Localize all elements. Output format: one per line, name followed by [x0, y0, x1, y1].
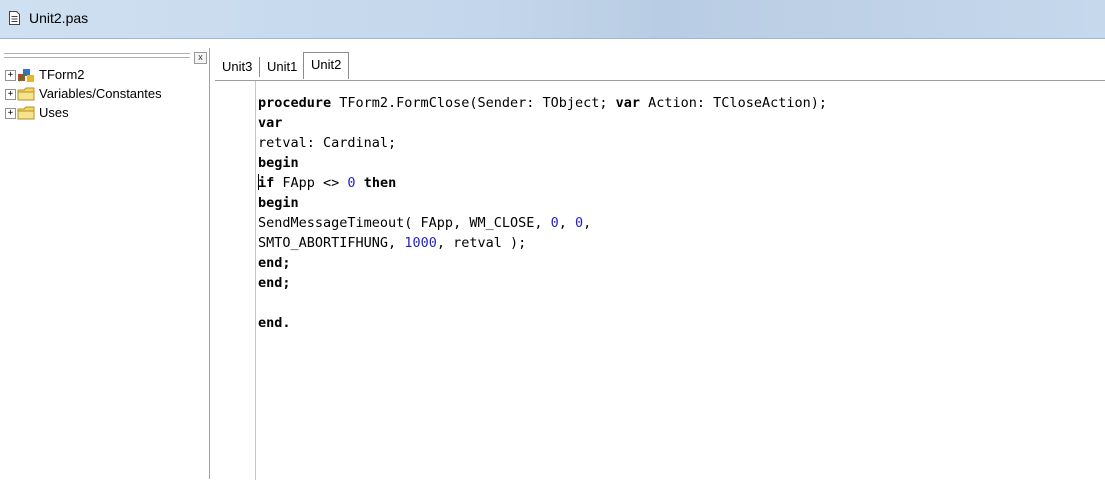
code-token: retval: Cardinal;: [258, 135, 397, 151]
keyword-token: begin: [258, 195, 299, 211]
panel-close-button[interactable]: x: [194, 52, 207, 64]
code-line[interactable]: procedure TForm2.FormClose(Sender: TObje…: [258, 93, 827, 113]
code-token: Action: TCloseAction);: [640, 95, 827, 111]
code-token: TForm2.FormClose(Sender: TObject;: [331, 95, 616, 111]
code-line[interactable]: if FApp <> 0 then: [258, 173, 827, 193]
code-editor[interactable]: procedure TForm2.FormClose(Sender: TObje…: [215, 80, 1105, 480]
expand-icon[interactable]: +: [5, 89, 16, 100]
tree-item-label: Variables/Constantes: [39, 86, 162, 101]
code-token: SMTO_ABORTIFHUNG,: [258, 235, 405, 251]
code-text[interactable]: procedure TForm2.FormClose(Sender: TObje…: [258, 93, 827, 333]
tree-item[interactable]: + Variables/Constantes: [0, 85, 209, 104]
keyword-token: var: [258, 115, 283, 131]
title-bar[interactable]: Unit2.pas: [0, 0, 1105, 39]
tree-item[interactable]: + Uses: [0, 104, 209, 123]
number-token: 1000: [404, 235, 437, 251]
code-line[interactable]: retval: Cardinal;: [258, 133, 827, 153]
code-token: FApp <>: [274, 175, 348, 191]
code-token: SendMessageTimeout( FApp, WM_CLOSE,: [258, 215, 551, 231]
number-token: 0: [550, 215, 559, 231]
expand-icon[interactable]: +: [5, 108, 16, 119]
code-line[interactable]: [258, 293, 827, 313]
code-explorer-panel: x + TForm2 + Variables/Constantes + Uses: [0, 48, 210, 479]
code-token: ,: [583, 215, 592, 231]
panel-grip: [4, 53, 190, 54]
explorer-tree: + TForm2 + Variables/Constantes + Uses: [0, 66, 209, 123]
window-title: Unit2.pas: [29, 10, 89, 26]
code-line[interactable]: begin: [258, 193, 827, 213]
tree-item-label: TForm2: [39, 67, 85, 82]
number-token: 0: [347, 175, 356, 191]
keyword-token: if: [258, 175, 275, 191]
code-line[interactable]: end;: [258, 273, 827, 293]
document-icon: [9, 11, 20, 25]
keyword-token: then: [363, 175, 397, 191]
number-token: 0: [575, 215, 584, 231]
code-line[interactable]: begin: [258, 153, 827, 173]
code-token: , retval );: [436, 235, 527, 251]
code-line[interactable]: end;: [258, 253, 827, 273]
tree-item-label: Uses: [39, 105, 69, 120]
tab-unit3[interactable]: Unit3: [215, 57, 261, 77]
expand-icon[interactable]: +: [5, 70, 16, 81]
editor-gutter: [215, 81, 256, 480]
keyword-token: procedure: [258, 95, 332, 111]
tab-unit1[interactable]: Unit1: [260, 57, 306, 77]
code-token: ,: [558, 215, 576, 231]
code-line[interactable]: SMTO_ABORTIFHUNG, 1000, retval );: [258, 233, 827, 253]
keyword-token: end.: [258, 315, 291, 331]
keyword-token: end;: [258, 255, 291, 271]
folder-icon: [17, 105, 37, 127]
keyword-token: end;: [258, 275, 291, 291]
panel-grip: [4, 57, 190, 58]
tree-item[interactable]: + TForm2: [0, 66, 209, 85]
panel-header[interactable]: x: [0, 50, 209, 64]
keyword-token: begin: [258, 155, 299, 171]
code-line[interactable]: var: [258, 113, 827, 133]
keyword-token: var: [615, 95, 641, 111]
code-line[interactable]: SendMessageTimeout( FApp, WM_CLOSE, 0, 0…: [258, 213, 827, 233]
tab-unit2[interactable]: Unit2: [303, 52, 350, 79]
code-line[interactable]: end.: [258, 313, 827, 333]
